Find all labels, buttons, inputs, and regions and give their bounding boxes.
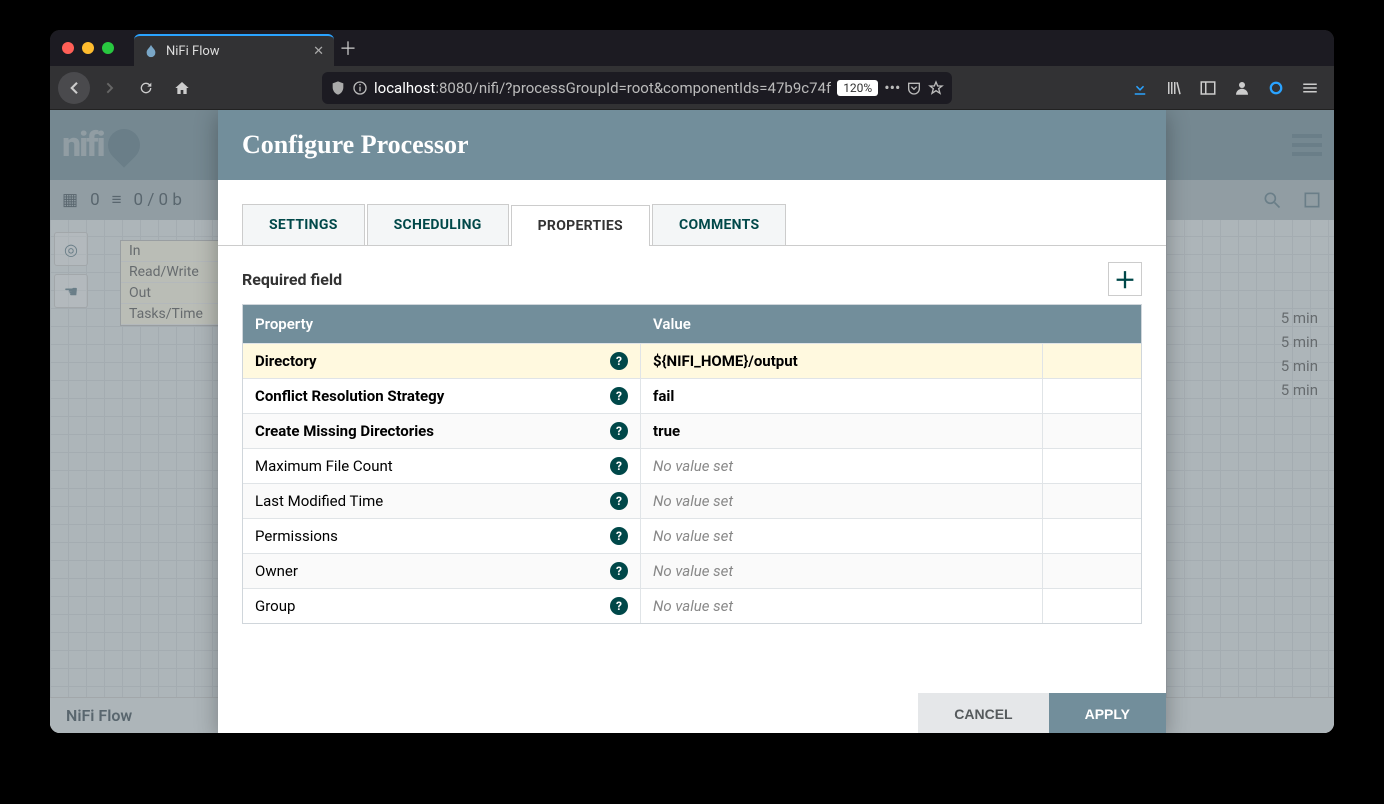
browser-tab[interactable]: NiFi Flow ✕	[134, 34, 334, 66]
account-icon[interactable]	[1226, 72, 1258, 104]
header-actions	[1043, 305, 1141, 343]
table-row[interactable]: Conflict Resolution Strategy?fail	[243, 378, 1141, 413]
property-value[interactable]: No value set	[641, 589, 1043, 623]
help-icon[interactable]: ?	[610, 422, 628, 440]
property-actions	[1043, 388, 1141, 404]
nav-forward	[94, 72, 126, 104]
property-name: Last Modified Time?	[243, 484, 641, 518]
nav-back[interactable]	[58, 72, 90, 104]
property-name: Conflict Resolution Strategy?	[243, 379, 641, 413]
tab-properties[interactable]: PROPERTIES	[511, 205, 650, 246]
property-name: Maximum File Count?	[243, 449, 641, 483]
property-name: Owner?	[243, 554, 641, 588]
property-value[interactable]: fail	[641, 379, 1043, 413]
property-actions	[1043, 353, 1141, 369]
site-info-icon[interactable]	[352, 80, 368, 96]
help-icon[interactable]: ?	[610, 527, 628, 545]
downloads-icon[interactable]	[1124, 72, 1156, 104]
property-actions	[1043, 598, 1141, 614]
pocket-icon[interactable]	[906, 80, 922, 96]
tab-bar: NiFi Flow ✕ ＋	[50, 30, 1334, 66]
favicon-icon	[144, 44, 158, 58]
app-menu-icon[interactable]	[1294, 72, 1326, 104]
property-actions	[1043, 423, 1141, 439]
tab-scheduling[interactable]: SCHEDULING	[367, 204, 509, 245]
url-text: localhost:8080/nifi/?processGroupId=root…	[374, 79, 831, 97]
new-tab-button[interactable]: ＋	[334, 34, 362, 66]
browser-window: NiFi Flow ✕ ＋ localhost:8080/nifi/?proce…	[50, 30, 1334, 733]
property-actions	[1043, 493, 1141, 509]
property-name: Permissions?	[243, 519, 641, 553]
nav-bar: localhost:8080/nifi/?processGroupId=root…	[50, 66, 1334, 110]
property-value[interactable]: No value set	[641, 484, 1043, 518]
help-icon[interactable]: ?	[610, 492, 628, 510]
add-property-button[interactable]: ＋	[1108, 262, 1142, 296]
table-row[interactable]: Create Missing Directories?true	[243, 413, 1141, 448]
bookmark-star-icon[interactable]	[928, 80, 944, 96]
tab-settings[interactable]: SETTINGS	[242, 204, 365, 245]
dialog-body: Required field ＋ Property Value Director…	[218, 246, 1166, 693]
property-name: Create Missing Directories?	[243, 414, 641, 448]
nav-home[interactable]	[166, 72, 198, 104]
dialog-footer: CANCEL APPLY	[218, 693, 1166, 733]
property-value[interactable]: true	[641, 414, 1043, 448]
property-value[interactable]: No value set	[641, 449, 1043, 483]
library-icon[interactable]	[1158, 72, 1190, 104]
page-action-dots-icon[interactable]: •••	[884, 78, 900, 97]
table-row[interactable]: Owner?No value set	[243, 553, 1141, 588]
header-property: Property	[243, 305, 641, 343]
url-bar[interactable]: localhost:8080/nifi/?processGroupId=root…	[322, 72, 952, 104]
nifi-canvas: nifi ▦ 0 ≡ 0 / 0 b ◎ ☚ In Read/Write Out	[50, 110, 1334, 733]
help-icon[interactable]: ?	[610, 562, 628, 580]
table-header: Property Value	[243, 305, 1141, 343]
properties-table: Property Value Directory?${NIFI_HOME}/ou…	[242, 304, 1142, 624]
table-row[interactable]: Permissions?No value set	[243, 518, 1141, 553]
configure-processor-dialog: Configure Processor SETTINGSSCHEDULINGPR…	[218, 110, 1166, 733]
property-name: Group?	[243, 589, 641, 623]
help-icon[interactable]: ?	[610, 457, 628, 475]
property-name: Directory?	[243, 344, 641, 378]
extension-icon[interactable]	[1260, 72, 1292, 104]
property-actions	[1043, 528, 1141, 544]
sidebar-icon[interactable]	[1192, 72, 1224, 104]
table-row[interactable]: Maximum File Count?No value set	[243, 448, 1141, 483]
header-value: Value	[641, 305, 1043, 343]
window-minimize[interactable]	[82, 42, 94, 54]
toolbar-right	[1124, 72, 1326, 104]
window-close[interactable]	[62, 42, 74, 54]
nav-reload[interactable]	[130, 72, 162, 104]
property-actions	[1043, 458, 1141, 474]
property-value[interactable]: ${NIFI_HOME}/output	[641, 344, 1043, 378]
zoom-level[interactable]: 120%	[837, 80, 878, 96]
tab-comments[interactable]: COMMENTS	[652, 204, 786, 245]
table-row[interactable]: Last Modified Time?No value set	[243, 483, 1141, 518]
tab-title: NiFi Flow	[166, 44, 220, 59]
table-row[interactable]: Directory?${NIFI_HOME}/output	[243, 343, 1141, 378]
property-actions	[1043, 563, 1141, 579]
help-icon[interactable]: ?	[610, 597, 628, 615]
table-row[interactable]: Group?No value set	[243, 588, 1141, 623]
help-icon[interactable]: ?	[610, 352, 628, 370]
help-icon[interactable]: ?	[610, 387, 628, 405]
dialog-title: Configure Processor	[218, 110, 1166, 180]
tab-close-icon[interactable]: ✕	[313, 44, 324, 59]
dialog-tabs: SETTINGSSCHEDULINGPROPERTIESCOMMENTS	[218, 180, 1166, 246]
property-value[interactable]: No value set	[641, 554, 1043, 588]
window-controls	[50, 30, 126, 66]
apply-button[interactable]: APPLY	[1049, 693, 1166, 733]
cancel-button[interactable]: CANCEL	[918, 693, 1048, 733]
property-value[interactable]: No value set	[641, 519, 1043, 553]
window-zoom[interactable]	[102, 42, 114, 54]
tracking-shield-icon[interactable]	[330, 80, 346, 96]
required-field-label: Required field	[242, 270, 342, 289]
